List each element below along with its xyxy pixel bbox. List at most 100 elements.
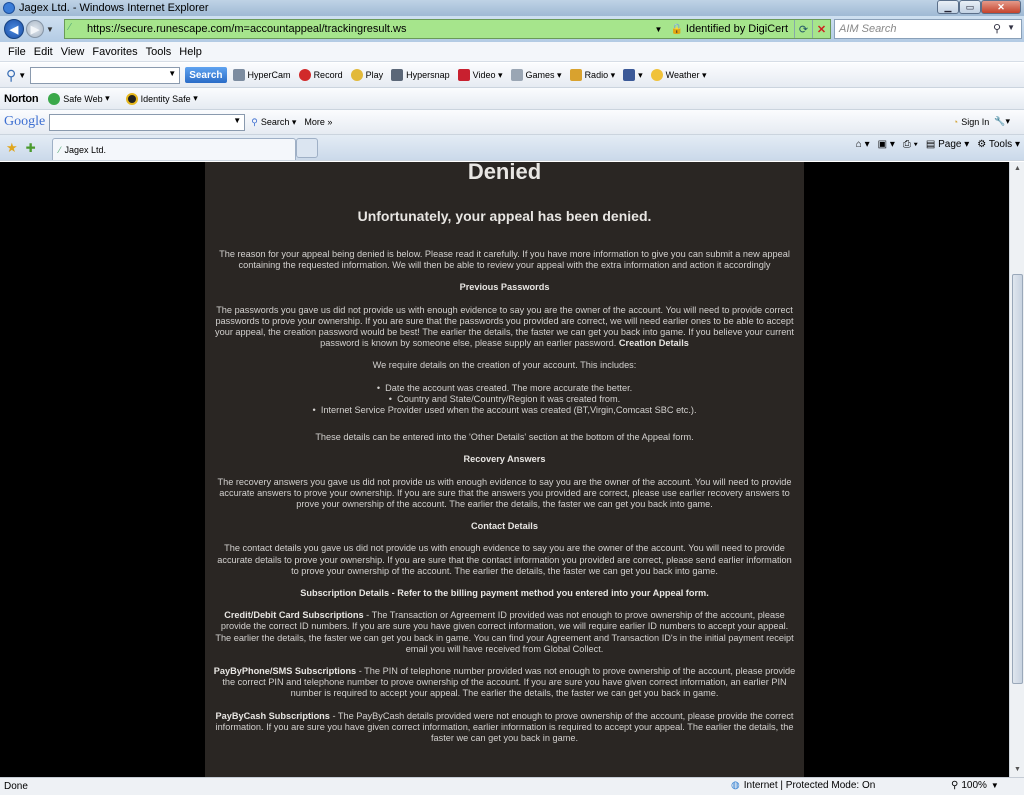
contact-text: The contact details you gave us did not … <box>217 543 792 576</box>
play-label: Play <box>365 70 384 80</box>
video-button[interactable]: Video ▾ <box>457 69 503 81</box>
zoom-icon: ⚲ <box>951 780 959 791</box>
play-icon <box>350 69 363 81</box>
hypercam-label: HyperCam <box>247 70 291 80</box>
more-button[interactable]: More » <box>304 117 332 127</box>
new-tab-button[interactable] <box>296 138 318 158</box>
recovery-title: Recovery Answers <box>463 454 546 465</box>
facebook-button[interactable]: ▾ <box>623 69 643 81</box>
address-row: ◀ ▶ ▼ ⁄ https://secure.runescape.com/m=a… <box>0 16 1024 42</box>
radio-button[interactable]: Radio ▾ <box>569 69 615 81</box>
security-zone[interactable]: ◍ Internet | Protected Mode: On <box>731 780 875 791</box>
security-zone-label: Internet | Protected Mode: On <box>743 780 876 791</box>
google-search-input[interactable]: ▼ <box>49 113 246 131</box>
zoom-level: 100% <box>961 780 987 791</box>
menu-favorites[interactable]: Favorites <box>92 46 137 58</box>
toolbar-search-label: Search <box>189 69 223 81</box>
history-dropdown-icon[interactable]: ▼ <box>46 25 56 34</box>
command-bar: ⌂ ▾ ▣ ▾ ⎙ ▾ ▤ Page ▾ ⚙ Tools ▾ <box>856 139 1020 150</box>
stop-icon[interactable]: ✕ <box>812 20 830 38</box>
sign-in-button[interactable]: ◔ Sign In 🔧▾ <box>953 116 1010 127</box>
hypercam-button[interactable]: HyperCam <box>232 69 291 81</box>
certificate-identity[interactable]: Identified by DigiCert <box>686 23 788 35</box>
toolbar-search-button[interactable]: Search <box>185 67 227 83</box>
phone-paragraph: PayByPhone/SMS Subscriptions - The PIN o… <box>205 666 804 700</box>
menu-bar: File Edit View Favorites Tools Help <box>0 42 1024 62</box>
google-search-label: Search <box>260 117 290 127</box>
hypersnap-label: Hypersnap <box>406 70 450 80</box>
list-item-text: Country and State/Country/Region it was … <box>397 393 621 404</box>
tools-menu[interactable]: ⚙ Tools ▾ <box>977 139 1020 150</box>
contact-title: Contact Details <box>471 521 538 532</box>
page-subheading: Unfortunately, your appeal has been deni… <box>357 208 652 224</box>
add-favorites-icon[interactable]: ✚ <box>26 141 36 155</box>
globe-icon: ◍ <box>731 780 740 791</box>
url-text[interactable]: https://secure.runescape.com/m=accountap… <box>87 23 654 35</box>
address-dropdown-icon[interactable]: ▼ <box>654 25 666 34</box>
page-menu[interactable]: ▤ Page ▾ <box>926 139 969 150</box>
lock-icon[interactable]: 🔒 <box>670 24 682 35</box>
scroll-down-button[interactable]: ▼ <box>1011 763 1024 777</box>
sign-in-label: Sign In <box>961 116 990 127</box>
list-item: • Country and State/Country/Region it wa… <box>388 393 621 404</box>
scroll-up-button[interactable]: ▲ <box>1011 162 1024 176</box>
magnifier-dropdown-icon[interactable]: ▼ <box>18 71 26 80</box>
games-button[interactable]: Games ▾ <box>510 69 562 81</box>
safe-web-button[interactable]: Safe Web ▾ <box>48 92 110 105</box>
refresh-icon[interactable]: ⟳ <box>794 20 812 38</box>
hypersnap-button[interactable]: Hypersnap <box>391 69 450 81</box>
zoom-control[interactable]: ⚲ 100% ▼ <box>951 780 999 791</box>
record-icon <box>298 69 311 81</box>
address-bar[interactable]: ⁄ https://secure.runescape.com/m=account… <box>64 19 831 39</box>
minimize-button[interactable]: ▁ <box>937 0 959 14</box>
menu-view[interactable]: View <box>61 46 85 58</box>
feeds-icon[interactable]: ▣ ▾ <box>878 139 895 150</box>
google-logo: Google <box>4 114 46 129</box>
aim-search-input[interactable]: AIM Search ⚲ ▼ <box>834 19 1022 39</box>
creation-title: Creation Details <box>618 338 689 349</box>
menu-edit[interactable]: Edit <box>34 46 53 58</box>
tab-jagex[interactable]: ⁄ Jagex Ltd. <box>52 138 296 160</box>
phone-title: PayByPhone/SMS Subscriptions <box>213 666 357 677</box>
print-icon[interactable]: ⎙ ▾ <box>903 139 918 150</box>
record-button[interactable]: Record <box>298 69 343 81</box>
identity-safe-label: Identity Safe <box>140 93 191 104</box>
menu-file[interactable]: File <box>8 46 26 58</box>
tab-row: ★ ✚ ⁄ Jagex Ltd. ⌂ ▾ ▣ ▾ ⎙ ▾ ▤ Page ▾ ⚙ … <box>0 135 1024 161</box>
vertical-scrollbar[interactable]: ▲ ▼ <box>1009 162 1024 777</box>
window-controls: ▁ ▭ ✕ <box>937 0 1021 14</box>
forward-button[interactable]: ▶ <box>26 20 44 38</box>
ie-logo-icon <box>3 2 15 14</box>
safe-web-label: Safe Web <box>63 93 103 104</box>
menu-tools[interactable]: Tools <box>146 46 172 58</box>
back-button[interactable]: ◀ <box>4 19 24 39</box>
facebook-icon <box>623 69 636 81</box>
sign-in-icon: ◔ <box>952 116 959 127</box>
search-icon[interactable]: ⚲ <box>993 22 1001 35</box>
magnifier-icon[interactable]: ⚲ <box>6 67 16 84</box>
hypersnap-icon <box>391 69 404 81</box>
passwords-paragraph: The passwords you gave us did not provid… <box>205 305 804 350</box>
record-label: Record <box>313 70 343 80</box>
weather-label: Weather <box>665 70 700 80</box>
weather-button[interactable]: Weather ▾ <box>650 69 707 81</box>
close-button[interactable]: ✕ <box>981 0 1021 14</box>
page-viewport: Denied Unfortunately, your appeal has be… <box>0 162 1009 777</box>
search-dropdown-icon[interactable]: ▼ <box>1007 23 1015 32</box>
window-titlebar: Jagex Ltd. - Windows Internet Explorer ▁… <box>0 0 1024 16</box>
zoom-dropdown-icon[interactable]: ▼ <box>991 781 999 790</box>
page-menu-label: Page <box>938 139 962 150</box>
menu-help[interactable]: Help <box>179 46 202 58</box>
maximize-button[interactable]: ▭ <box>959 0 981 14</box>
favorites-star-icon[interactable]: ★ <box>6 140 18 156</box>
identity-safe-icon <box>125 92 138 105</box>
google-search-button[interactable]: ⚲ Search ▾ <box>251 117 296 128</box>
home-icon[interactable]: ⌂ ▾ <box>856 139 870 150</box>
scroll-thumb[interactable] <box>1012 274 1023 684</box>
identity-safe-button[interactable]: Identity Safe ▾ <box>125 92 198 105</box>
google-toolbar: Google ▼ ⚲ Search ▾ More » ◔ Sign In 🔧▾ <box>0 110 1024 135</box>
video-label: Video <box>472 70 496 80</box>
toolbar-search-input[interactable]: ▼ <box>30 66 181 84</box>
play-button[interactable]: Play <box>350 69 384 81</box>
games-label: Games <box>525 70 555 80</box>
